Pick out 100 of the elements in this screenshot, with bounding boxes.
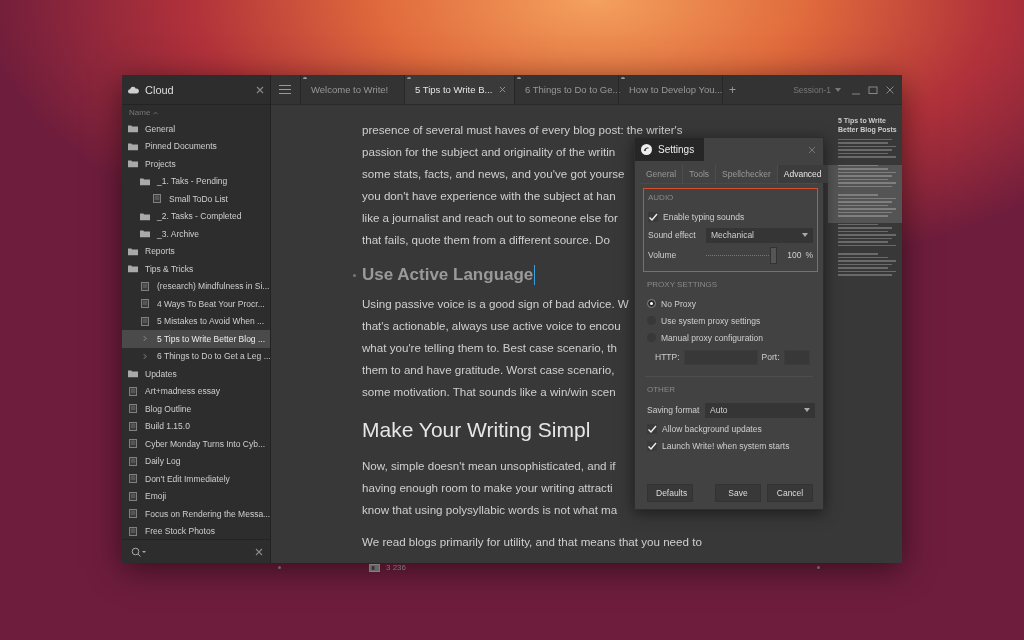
close-icon[interactable] [256,85,264,94]
cloud-icon [128,85,139,94]
paragraph-line: passion for the subject and originality of the writin [362,144,616,160]
sidebar-item[interactable]: Projects [122,155,270,173]
settings-tab[interactable]: Tools [683,165,717,183]
document-tab[interactable]: 5 Tips to Write B... [404,75,514,104]
sidebar-item[interactable]: Art+madness essay [122,382,270,400]
checkbox[interactable] [647,423,657,434]
field-label: Sound effect [648,230,697,240]
sidebar-item[interactable]: Emoji [122,487,270,505]
document-tab[interactable]: 6 Things to Do to Ge... [514,75,618,104]
menu-icon[interactable] [279,85,291,94]
clear-icon[interactable] [255,547,263,556]
caret-icon [835,87,841,92]
app-logo-icon [641,144,652,155]
cancel-button[interactable]: Cancel [767,484,813,502]
sidebar-item[interactable]: General [122,120,270,138]
checkbox-label: Enable typing sounds [663,211,745,222]
slider-thumb[interactable] [770,246,778,264]
document-icon [128,526,138,536]
radio-label: Manual proxy configuration [661,332,764,343]
field-label: Port: [761,352,780,362]
section-heading: Make Your Writing Simpl [362,418,591,442]
sidebar-item[interactable]: Daily Log [122,452,270,470]
sidebar-item[interactable]: Build 1.15.0 [122,417,270,435]
sidebar-item[interactable]: Free Stock Photos [122,522,270,539]
volume-reading: 100 [787,250,802,260]
sidebar-item[interactable]: 5 Tips to Write Better Blog ... [122,330,270,348]
settings-tab[interactable]: Advanced [777,165,828,183]
sidebar-item[interactable]: 4 Ways To Beat Your Procr... [122,295,270,313]
sidebar-item[interactable]: Blog Outline [122,400,270,418]
sidebar-title: Cloud [145,83,175,96]
field-label: Volume [648,250,678,260]
paragraph-line: like a journalist and reach out to someone else for [362,210,618,226]
status-dot-icon [278,566,281,569]
sidebar-item[interactable]: Updates [122,365,270,383]
document-icon [140,281,150,291]
sidebar-item[interactable]: Small ToDo List [122,190,270,208]
save-button[interactable]: Save [715,484,761,502]
paragraph-line: that's actionable, always use active voice to encou [362,318,621,334]
sidebar-item[interactable]: _3. Archive [122,225,270,243]
paragraph-line: Now, simple doesn't mean unsophisticated, and if [362,458,616,474]
document-icon [128,474,138,484]
sidebar-item[interactable]: Focus on Rendering the Messa... [122,505,270,523]
sidebar-item[interactable]: _1. Taks - Pending [122,172,270,190]
field-label: Saving format [647,405,701,415]
section-heading: Use Active Language [362,265,534,285]
paragraph-line: presence of several must haves of every blog post: the writer's [362,122,683,138]
document-tab[interactable]: How to Develop You... [618,75,722,104]
sidebar-item[interactable]: _2. Tasks - Completed [122,207,270,225]
sound-effect-dropdown[interactable]: Mechanical [706,227,813,243]
radio-label: Use system proxy settings [661,315,761,326]
paragraph-line: them to and have gratitude. Worst case scenario, [362,362,615,378]
radio-label: No Proxy [661,298,696,309]
caret-icon [802,233,808,237]
settings-tab[interactable]: Spellchecker [716,165,778,183]
sidebar-item[interactable]: 6 Things to Do to Get a Leg ... [122,347,270,365]
caret-icon [804,408,810,412]
radio-button[interactable] [647,299,656,308]
document-icon [128,386,138,396]
sidebar-item[interactable]: Don't Edit Immediately [122,470,270,488]
document-icon [128,491,138,501]
document-icon [140,316,150,326]
document-icon [140,299,150,309]
checkbox-label: Allow background updates [662,423,762,434]
checkbox[interactable] [648,211,658,222]
paragraph-line: having enough room to make your writing attracti [362,480,613,496]
document-icon [152,194,162,204]
paragraph-line: some stats, facts, and news, and you've got yourse [362,166,625,182]
saving-format-dropdown[interactable]: Auto [705,402,815,418]
close-icon[interactable] [499,86,506,93]
section-heading: OTHER [647,385,676,394]
search-icon[interactable] [131,546,147,557]
paragraph-line: know that using polysyllabic words is not what ma [362,502,618,518]
document-icon [128,509,138,519]
sort-ascending-icon [153,110,159,115]
document-icon [128,439,138,449]
sidebar-item[interactable]: Cyber Monday Turns Into Cyb... [122,435,270,453]
sidebar-item[interactable]: Pinned Documents [122,137,270,155]
sidebar-item[interactable]: 5 Mistakes to Avoid When ... [122,312,270,330]
status-dot-icon [817,566,820,569]
folder-icon [128,369,138,379]
paragraph-line: what you're telling them to. Best case scenario, th [362,340,617,356]
paragraph-line: We read blogs primarily for utility, and that means that you need to [362,534,702,550]
defaults-button[interactable]: Defaults [647,484,693,502]
dialog-title: Settings [635,138,705,161]
paragraph-line: some motivation. That sounds like a win/win scen [362,384,616,400]
settings-tab[interactable]: General [640,165,684,183]
sidebar-item[interactable]: Reports [122,242,270,260]
section-heading: PROXY SETTINGS [647,280,719,289]
new-tab-button[interactable]: + [722,75,742,104]
close-icon[interactable] [808,145,816,154]
sidebar-item[interactable]: Tips & Tricks [122,260,270,278]
document-icon [128,456,138,466]
checkbox[interactable] [647,440,657,451]
sidebar-item[interactable]: (research) Mindfulness in Si... [122,277,270,295]
paragraph-line: Using passive voice is a good sign of bad advice. W [362,296,629,312]
paragraph-line: that fails, quote them from a different source. Do [362,232,610,248]
field-label: HTTP: [655,352,680,362]
document-icon [128,421,138,431]
